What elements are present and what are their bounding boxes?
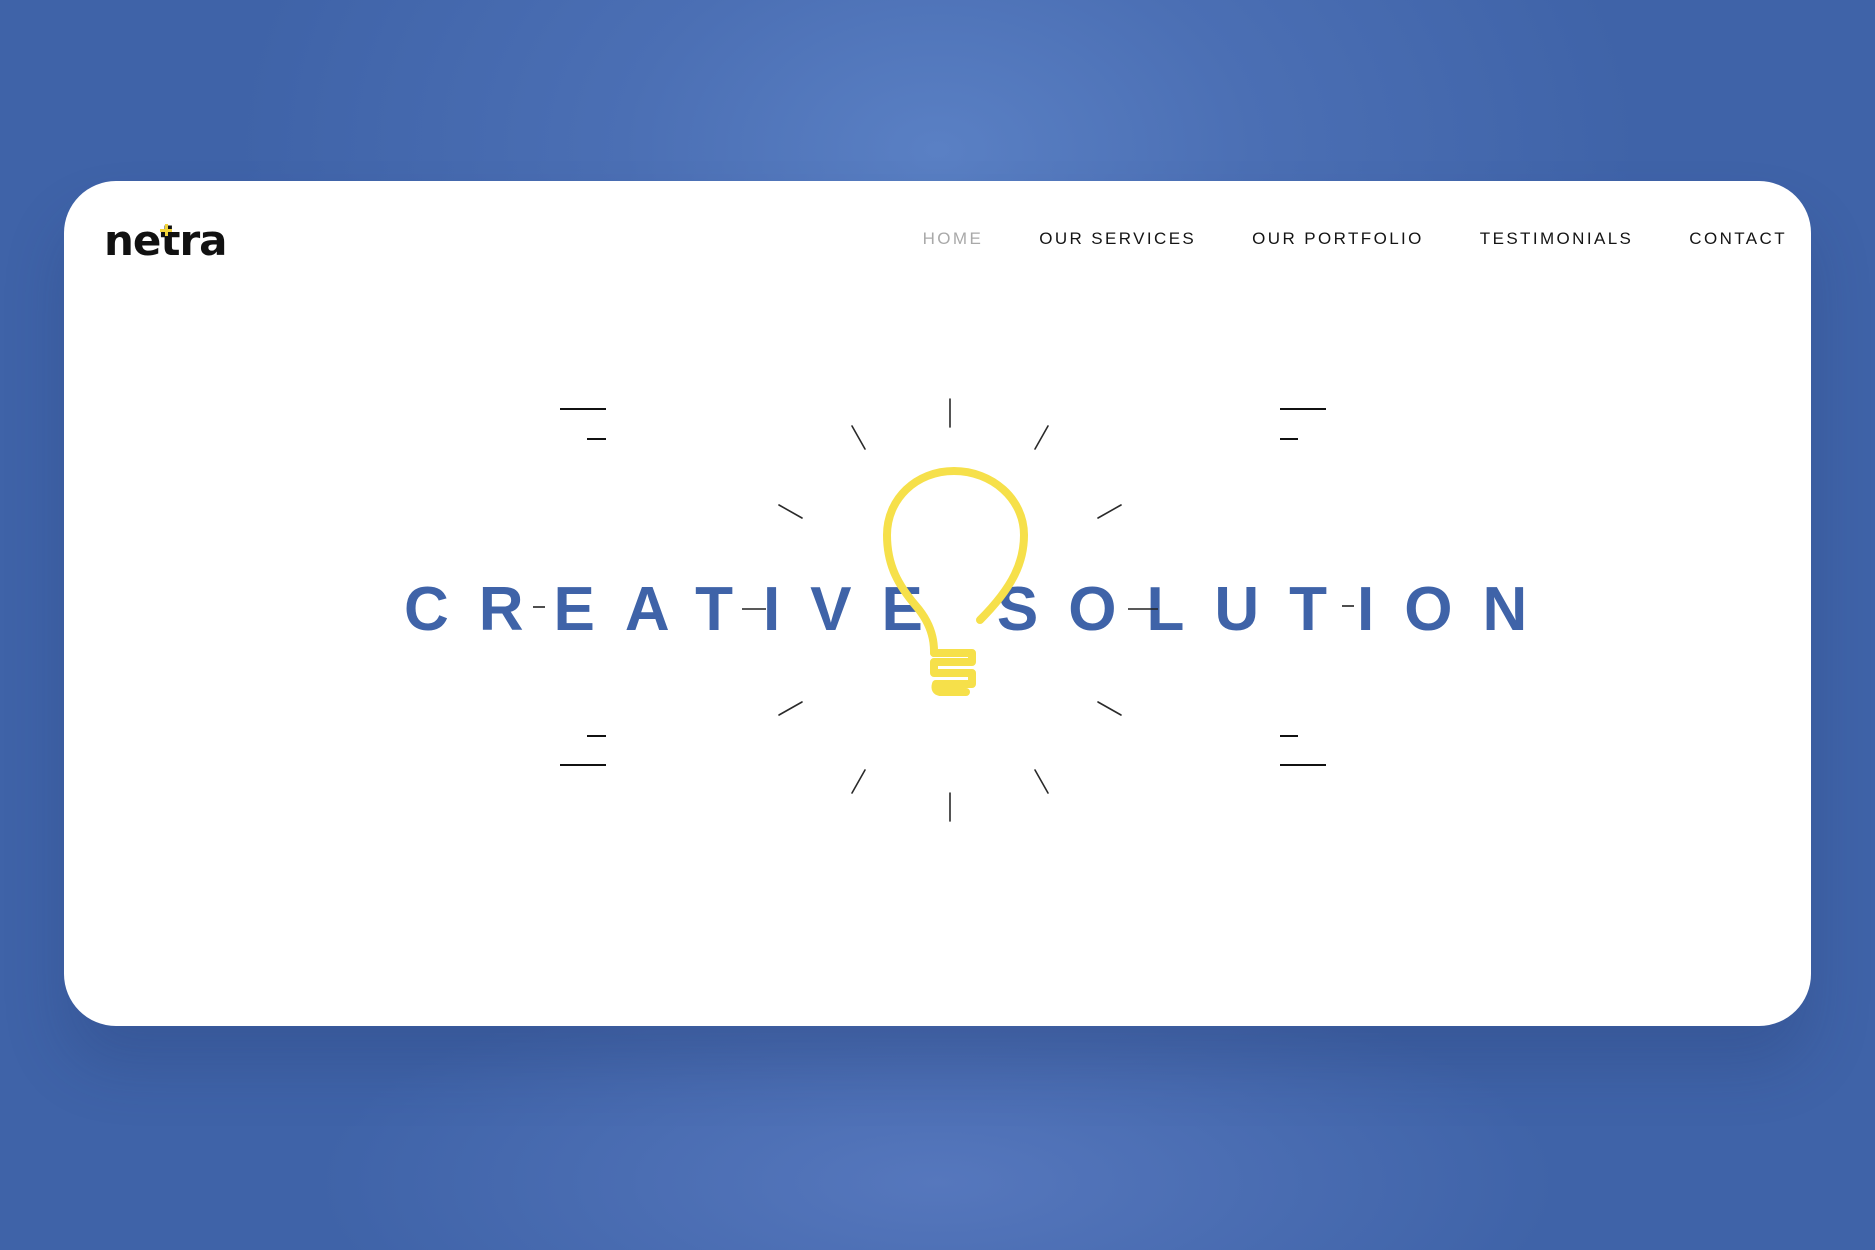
- corner-dash-marks: [560, 408, 1326, 766]
- background-glow: [0, 1025, 1875, 1250]
- website-preview-card: netra HOME OUR SERVICES OUR PORTFOLIO TE…: [64, 181, 1811, 1026]
- light-rays-decoration: [778, 398, 1122, 822]
- hero-illustration: [533, 398, 1354, 822]
- lightbulb-icon: [883, 467, 1028, 696]
- hero-section: CREATIVE SOLUTION: [64, 181, 1811, 1026]
- headline-dash-marks: [533, 605, 1354, 610]
